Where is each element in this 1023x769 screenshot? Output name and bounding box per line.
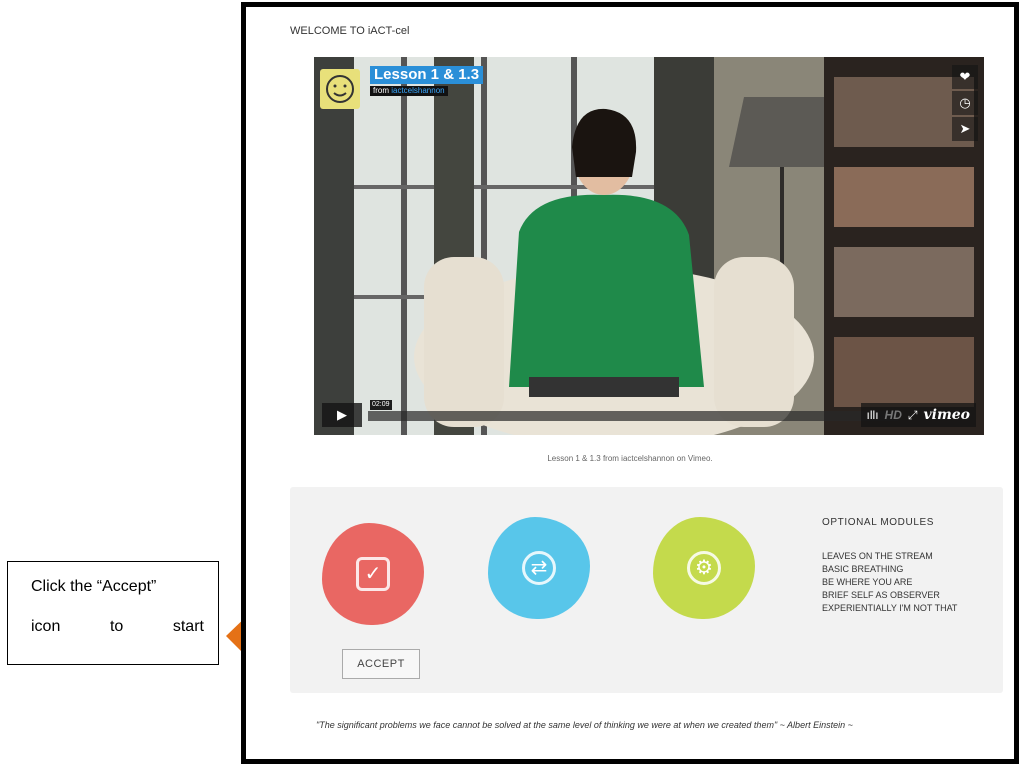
video-controls: ▶ 02:09 ıllı HD ⤢ vimeo: [314, 400, 984, 435]
video-title[interactable]: Lesson 1 & 1.3: [370, 66, 484, 84]
video-byline: from iactcelshannon: [370, 86, 448, 96]
byline-prefix: from: [373, 86, 389, 95]
module-link[interactable]: BE WHERE YOU ARE: [822, 576, 957, 589]
app-frame: WELCOME TO iACT-cel Lesson 1 & 1.3 from …: [241, 2, 1019, 764]
fullscreen-icon[interactable]: ⤢: [908, 408, 918, 423]
vimeo-logo[interactable]: vimeo: [923, 407, 970, 423]
progress-track[interactable]: [368, 411, 898, 421]
time-readout: 02:09: [370, 400, 392, 410]
hd-toggle[interactable]: HD: [885, 408, 902, 422]
callout-word: to: [109, 618, 124, 635]
gear-icon: ⚙: [687, 551, 721, 585]
channel-avatar[interactable]: [320, 69, 360, 109]
quote-text: "The significant problems we face cannot…: [316, 720, 853, 730]
callout-word: icon: [31, 618, 61, 635]
send-icon[interactable]: ➤: [952, 117, 978, 141]
refresh-tile[interactable]: ⇄: [488, 517, 590, 619]
play-icon: ▶: [337, 407, 347, 422]
video-right-controls: ıllı HD ⤢ vimeo: [860, 403, 976, 427]
accept-tile[interactable]: ✓: [322, 523, 424, 625]
video-caption: Lesson 1 & 1.3 from iactcelshannon on Vi…: [547, 454, 713, 463]
actions-panel: ✓ ⇄ ⚙ ACCEPT OPTIONAL MODULES LEAVES ON …: [290, 487, 1003, 693]
instruction-callout: Click the “Accept” icon to start: [7, 561, 219, 665]
module-link[interactable]: BASIC BREATHING: [822, 563, 957, 576]
callout-line-2: icon to start: [31, 618, 204, 636]
optional-modules: OPTIONAL MODULES LEAVES ON THE STREAM BA…: [822, 517, 957, 615]
module-link[interactable]: LEAVES ON THE STREAM: [822, 550, 957, 563]
clock-icon[interactable]: ◷: [952, 91, 978, 115]
module-link[interactable]: BRIEF SELF AS OBSERVER: [822, 589, 957, 602]
video-side-actions: ❤ ◷ ➤: [952, 65, 978, 141]
page-title: WELCOME TO iACT-cel: [290, 25, 410, 37]
video-frame: [314, 57, 984, 435]
settings-tile[interactable]: ⚙: [653, 517, 755, 619]
channel-link[interactable]: iactcelshannon: [391, 86, 444, 95]
callout-word: start: [172, 618, 204, 635]
play-button[interactable]: ▶: [322, 403, 362, 427]
checkbox-icon: ✓: [356, 557, 390, 591]
video-player[interactable]: Lesson 1 & 1.3 from iactcelshannon ❤ ◷ ➤…: [314, 57, 984, 435]
callout-line-1: Click the “Accept”: [31, 578, 157, 595]
refresh-icon: ⇄: [522, 551, 556, 585]
optional-modules-heading: OPTIONAL MODULES: [822, 517, 935, 528]
volume-icon[interactable]: ıllı: [867, 408, 879, 422]
module-link[interactable]: EXPERIENTIALLY I'M NOT THAT: [822, 602, 957, 615]
smiley-icon: [326, 75, 354, 103]
accept-button[interactable]: ACCEPT: [342, 649, 420, 679]
heart-icon[interactable]: ❤: [952, 65, 978, 89]
